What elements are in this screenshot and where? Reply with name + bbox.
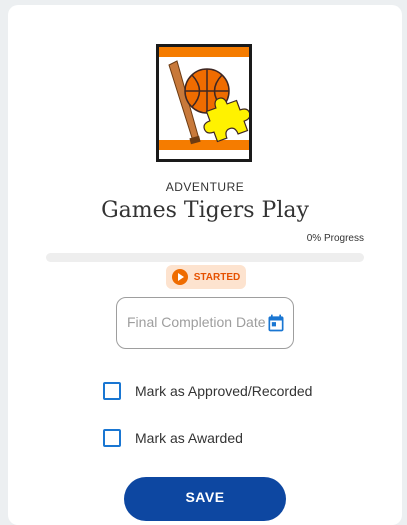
awarded-checkbox[interactable] bbox=[103, 429, 121, 447]
completion-date-input[interactable] bbox=[127, 314, 267, 330]
awarded-checkbox-label: Mark as Awarded bbox=[135, 430, 243, 446]
adventure-card: ADVENTURE Games Tigers Play 0% Progress … bbox=[8, 5, 402, 525]
approved-checkbox-row[interactable]: Mark as Approved/Recorded bbox=[103, 382, 312, 400]
badge-title: Games Tigers Play bbox=[101, 198, 309, 223]
progress-bar bbox=[46, 253, 364, 262]
save-button[interactable]: SAVE bbox=[124, 477, 286, 521]
approved-checkbox[interactable] bbox=[103, 382, 121, 400]
progress-label: 0% Progress bbox=[306, 233, 364, 244]
completion-date-field[interactable] bbox=[116, 297, 294, 349]
badge-category: ADVENTURE bbox=[165, 180, 245, 194]
status-label: STARTED bbox=[193, 271, 241, 283]
sports-puzzle-icon bbox=[159, 47, 249, 150]
adventure-badge-image bbox=[156, 44, 252, 162]
status-badge: STARTED bbox=[166, 265, 246, 289]
calendar-icon[interactable] bbox=[266, 313, 286, 333]
approved-checkbox-label: Mark as Approved/Recorded bbox=[135, 383, 313, 399]
awarded-checkbox-row[interactable]: Mark as Awarded bbox=[103, 429, 243, 447]
play-circle-icon bbox=[171, 269, 188, 285]
